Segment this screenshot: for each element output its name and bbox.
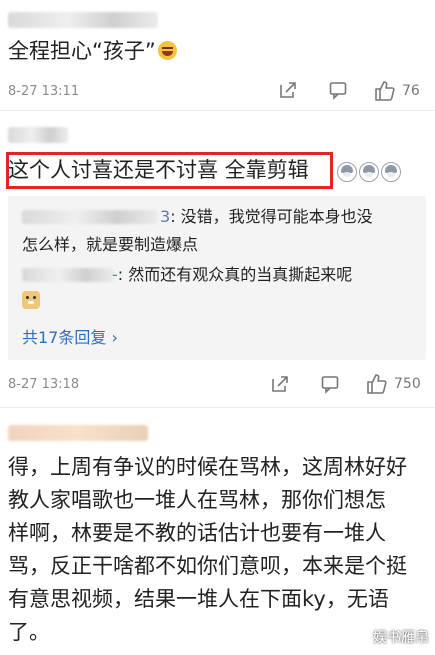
reply-preview[interactable]: 3: 没错，我觉得可能本身也没 怎么样，就是要制造爆点 -: 然而还有观众真的当…	[8, 196, 426, 360]
comment-button[interactable]	[320, 374, 340, 394]
comment-line: 了。	[8, 620, 50, 644]
comment-button[interactable]	[328, 80, 348, 100]
share-button[interactable]	[270, 374, 290, 394]
like-button[interactable]: 76	[374, 80, 420, 102]
husky-icon	[381, 162, 401, 182]
reply-line: 怎么样，就是要制造爆点	[22, 235, 199, 254]
emoji-group	[335, 162, 401, 184]
watermark: 娱书雁帛	[373, 630, 429, 646]
reply-username-blurred[interactable]	[22, 210, 158, 224]
share-icon	[272, 376, 288, 392]
comment-line: 样啊，林要是不教的话估计也要有一堆人	[8, 521, 386, 545]
reply-author-suffix[interactable]: 3	[160, 207, 170, 226]
username-blurred[interactable]	[8, 127, 68, 143]
comment-line: 教人家唱歌也一堆人在骂林，那你们想怎	[8, 488, 386, 512]
comment-divider	[0, 407, 435, 408]
share-icon	[280, 82, 296, 98]
comment-line: 得，上周有争议的时候在骂林，这周林好好	[8, 455, 407, 479]
comment-timestamp: 8-27 13:18	[8, 377, 80, 392]
husky-icon	[359, 162, 379, 182]
husky-icon	[337, 162, 357, 182]
comment-line: 有意思视频，结果一堆人在下面ky，无语	[8, 587, 389, 611]
comment-line: 骂，反正干啥都不如你们意呗，本来是个挺	[8, 554, 407, 578]
comment-icon	[321, 376, 339, 394]
username-blurred[interactable]	[8, 425, 148, 441]
comment-icon	[329, 82, 347, 100]
username-blurred[interactable]	[8, 12, 158, 28]
like-icon	[367, 374, 387, 394]
laughing-tears-icon	[157, 41, 177, 60]
like-count: 750	[394, 376, 421, 392]
doge-icon	[22, 291, 40, 309]
share-button[interactable]	[278, 80, 298, 100]
like-icon	[375, 81, 395, 101]
comment-timestamp: 8-27 13:11	[8, 84, 80, 99]
reply-username-blurred[interactable]	[22, 268, 114, 282]
comment-text: 全程担心“孩子”	[8, 36, 177, 67]
comment-divider	[0, 110, 435, 111]
more-replies-link[interactable]: 共17条回复 ›	[22, 324, 118, 348]
reply-line: -: 然而还有观众真的当真撕起来呢	[112, 265, 353, 284]
highlight-annotation	[6, 152, 333, 189]
like-count: 76	[402, 83, 420, 99]
like-button[interactable]: 750	[366, 373, 421, 395]
reply-line: 3: 没错，我觉得可能本身也没	[160, 207, 373, 226]
